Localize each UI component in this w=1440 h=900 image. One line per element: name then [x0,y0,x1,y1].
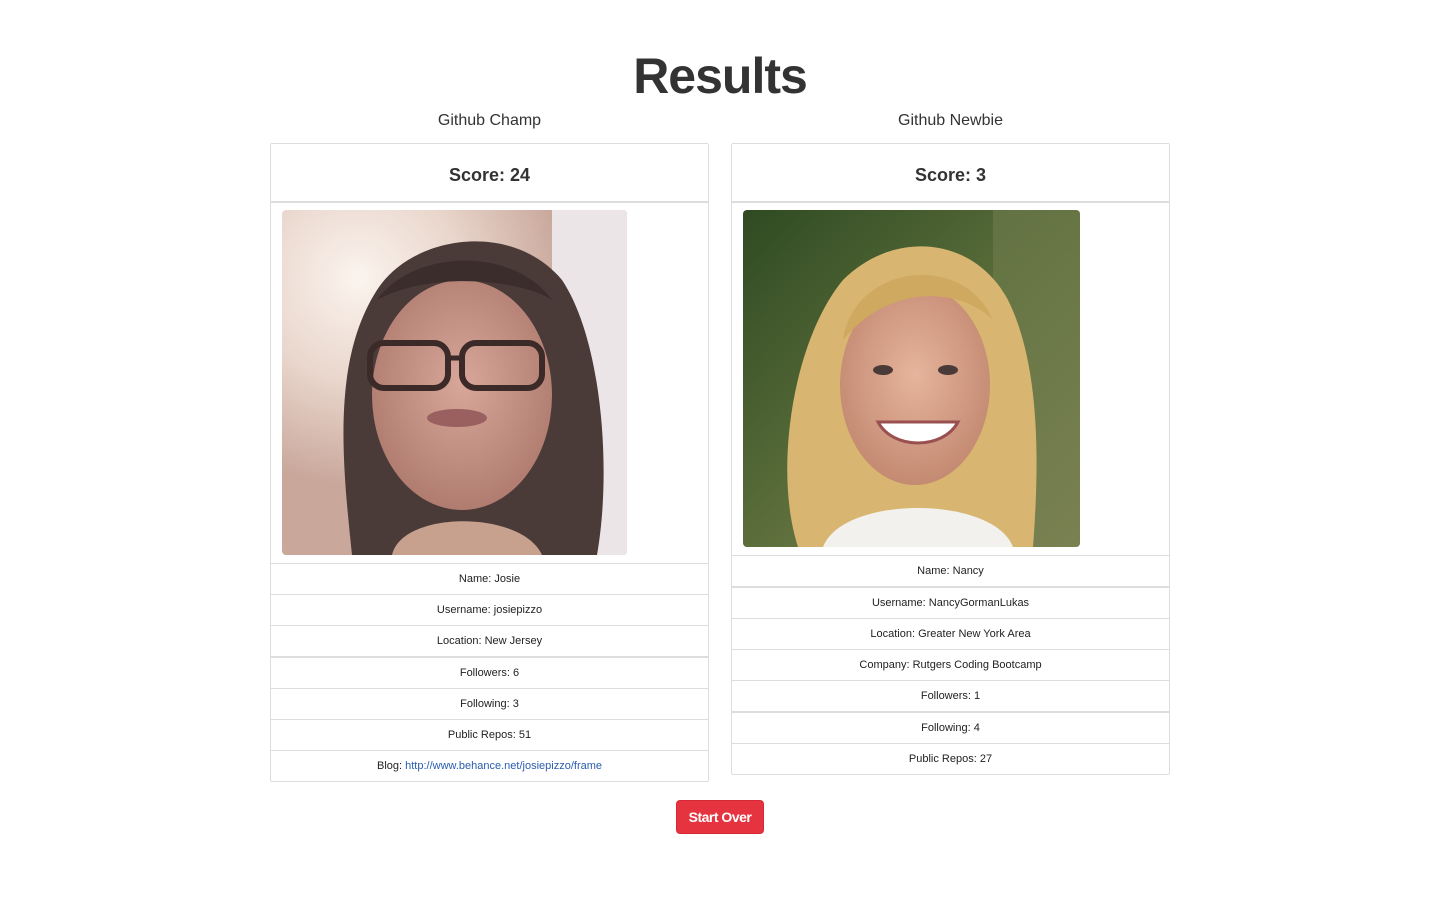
champ-blog-label: Blog: [376,760,406,772]
champ-avatar [282,210,627,555]
newbie-avatar-image [743,210,1080,547]
newbie-public-repos: Public Repos: 27 [908,753,993,765]
newbie-name: Name: Nancy [732,556,1169,587]
champ-score: Score: 24 [271,144,708,203]
newbie-column: Github Newbie Score: 3 Name: Nancy Usern… [731,110,1170,775]
newbie-followers: Followers: 1 [732,681,1169,712]
champ-heading: Github Champ [437,112,542,129]
champ-card: Score: 24 Name: Josie Username: josiepiz… [270,143,709,782]
champ-location: Location: New Jersey [271,626,708,657]
newbie-location: Location: Greater New York Area [732,619,1169,650]
champ-blog: Blog: http://www.behance.net/josiepizzo/… [271,751,708,781]
newbie-card: Score: 3 Name: Nancy Username: NancyGorm… [731,143,1170,775]
newbie-avatar [743,210,1080,547]
champ-column: Github Champ Score: 24 Name: Josie Usern… [270,110,709,782]
newbie-avatar-container [732,203,1169,556]
champ-public-repos: Public Repos: 51 [271,720,708,751]
champ-username: Username: josiepizzo [271,595,708,626]
champ-blog-link[interactable]: http://www.behance.net/josiepizzo/frame [405,760,602,772]
page-title: Results [633,48,808,104]
newbie-company: Company: Rutgers Coding Bootcamp [732,650,1169,681]
champ-avatar-image [282,210,627,555]
newbie-following: Following: 4 [732,712,1169,744]
newbie-score: Score: 3 [732,144,1169,203]
champ-followers: Followers: 6 [271,657,708,689]
champ-avatar-container [271,203,708,564]
newbie-username: Username: NancyGormanLukas [732,587,1169,619]
champ-name: Name: Josie [271,564,708,595]
start-over-button[interactable]: Start Over [676,800,764,834]
champ-following: Following: 3 [271,689,708,720]
newbie-heading: Github Newbie [898,112,1003,129]
